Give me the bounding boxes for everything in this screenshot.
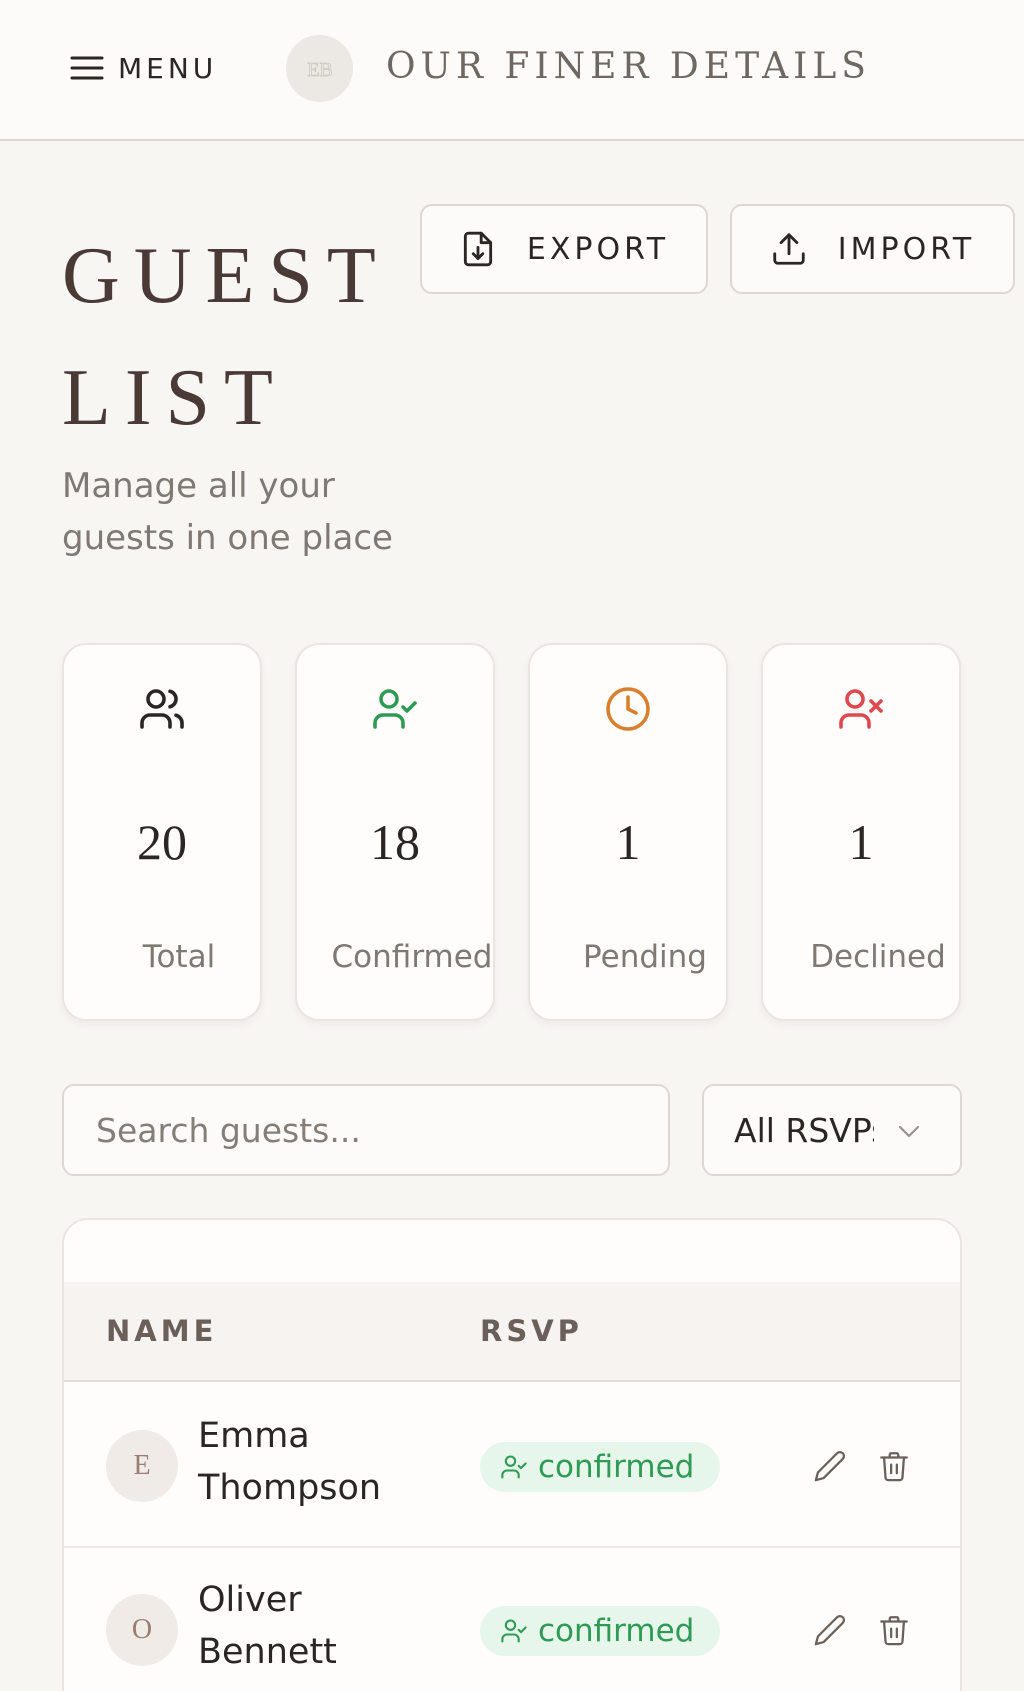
logo[interactable]: EB bbox=[286, 35, 353, 102]
stat-value: 1 bbox=[615, 814, 641, 870]
pencil-icon bbox=[814, 1450, 846, 1482]
svg-text:EB: EB bbox=[307, 59, 333, 81]
edit-button[interactable] bbox=[810, 1610, 850, 1650]
stat-card-confirmed: 18 Confirmed bbox=[295, 643, 495, 1021]
column-header-rsvp[interactable]: RSVP bbox=[480, 1314, 583, 1348]
file-download-icon bbox=[463, 231, 492, 267]
pencil-icon bbox=[814, 1614, 846, 1646]
menu-label: MENU bbox=[118, 51, 218, 85]
page-title: GUEST LIST bbox=[62, 232, 389, 442]
table-row[interactable]: O Oliver Bennett confirmed bbox=[64, 1548, 960, 1691]
guest-table: NAME RSVP E Emma Thompson confirmed O Ol… bbox=[62, 1218, 962, 1691]
trash-icon bbox=[880, 1616, 908, 1646]
status-badge-label: confirmed bbox=[538, 1449, 695, 1485]
export-label: EXPORT bbox=[526, 231, 670, 267]
delete-button[interactable] bbox=[874, 1446, 914, 1486]
table-header: NAME RSVP bbox=[64, 1282, 960, 1382]
avatar: O bbox=[106, 1594, 178, 1666]
stat-card-pending: 1 Pending bbox=[528, 643, 728, 1021]
user-check-icon bbox=[373, 689, 417, 729]
stat-card-total: 20 Total bbox=[62, 643, 262, 1021]
stat-label: Pending bbox=[583, 939, 707, 975]
search-input[interactable] bbox=[62, 1084, 670, 1176]
rsvp-filter-select[interactable]: All RSVPs bbox=[702, 1084, 962, 1176]
stat-value: 1 bbox=[848, 814, 874, 870]
menu-button[interactable]: MENU bbox=[70, 50, 217, 86]
guest-name: Oliver Bennett bbox=[198, 1580, 337, 1672]
stat-value: 18 bbox=[370, 814, 420, 870]
avatar: E bbox=[106, 1430, 178, 1502]
user-check-icon bbox=[501, 1455, 527, 1479]
edit-button[interactable] bbox=[810, 1446, 850, 1486]
guest-name: Emma Thompson bbox=[198, 1416, 382, 1508]
stat-label: Confirmed bbox=[331, 939, 493, 975]
export-button[interactable]: EXPORT bbox=[420, 204, 708, 294]
status-badge: confirmed bbox=[480, 1442, 720, 1492]
users-icon bbox=[140, 689, 184, 729]
column-header-name[interactable]: NAME bbox=[106, 1314, 217, 1348]
user-x-icon bbox=[839, 689, 883, 729]
import-button[interactable]: IMPORT bbox=[730, 204, 1015, 294]
stat-label: Total bbox=[142, 939, 216, 975]
status-badge-label: confirmed bbox=[538, 1613, 695, 1649]
chevron-down-icon bbox=[898, 1125, 920, 1138]
import-label: IMPORT bbox=[837, 231, 976, 267]
trash-icon bbox=[880, 1452, 908, 1482]
upload-icon bbox=[773, 233, 805, 265]
stat-label: Declined bbox=[810, 939, 946, 975]
clock-icon bbox=[606, 687, 650, 731]
top-header: MENU EB OUR FINER DETAILS bbox=[0, 0, 1024, 141]
page-subtitle: Manage all your guests in one place bbox=[62, 466, 393, 558]
delete-button[interactable] bbox=[874, 1610, 914, 1650]
stat-card-declined: 1 Declined bbox=[761, 643, 961, 1021]
hamburger-icon bbox=[70, 56, 104, 80]
table-row[interactable]: E Emma Thompson confirmed bbox=[64, 1384, 960, 1548]
monogram-logo-icon: EB bbox=[306, 58, 333, 81]
rsvp-filter-value: All RSVPs bbox=[734, 1110, 874, 1150]
stat-value: 20 bbox=[137, 814, 187, 870]
user-check-icon bbox=[501, 1619, 527, 1643]
status-badge: confirmed bbox=[480, 1606, 720, 1656]
brand-name[interactable]: OUR FINER DETAILS bbox=[386, 46, 871, 87]
